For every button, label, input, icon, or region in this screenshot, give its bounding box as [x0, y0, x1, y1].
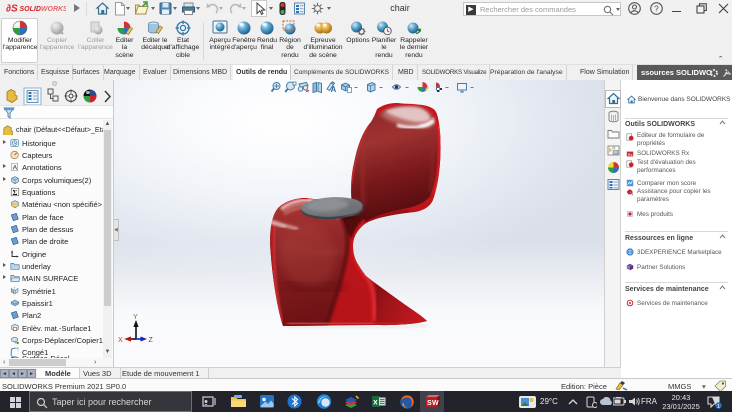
- svg-text:X: X: [118, 337, 123, 344]
- svg-text:SOLIDWORKS: SOLIDWORKS: [20, 6, 67, 13]
- svg-text:∂S: ∂S: [6, 4, 18, 15]
- svg-text:W: W: [432, 400, 439, 407]
- svg-text:Rx: Rx: [628, 152, 633, 157]
- svg-text:?: ?: [654, 4, 659, 14]
- svg-text:A: A: [13, 165, 18, 172]
- svg-text:Y: Y: [133, 314, 138, 321]
- svg-text:A: A: [331, 85, 337, 94]
- svg-text:Σ: Σ: [13, 188, 18, 197]
- svg-text:x: x: [373, 398, 378, 407]
- svg-text:1: 1: [717, 404, 720, 409]
- svg-text:Z: Z: [149, 337, 154, 344]
